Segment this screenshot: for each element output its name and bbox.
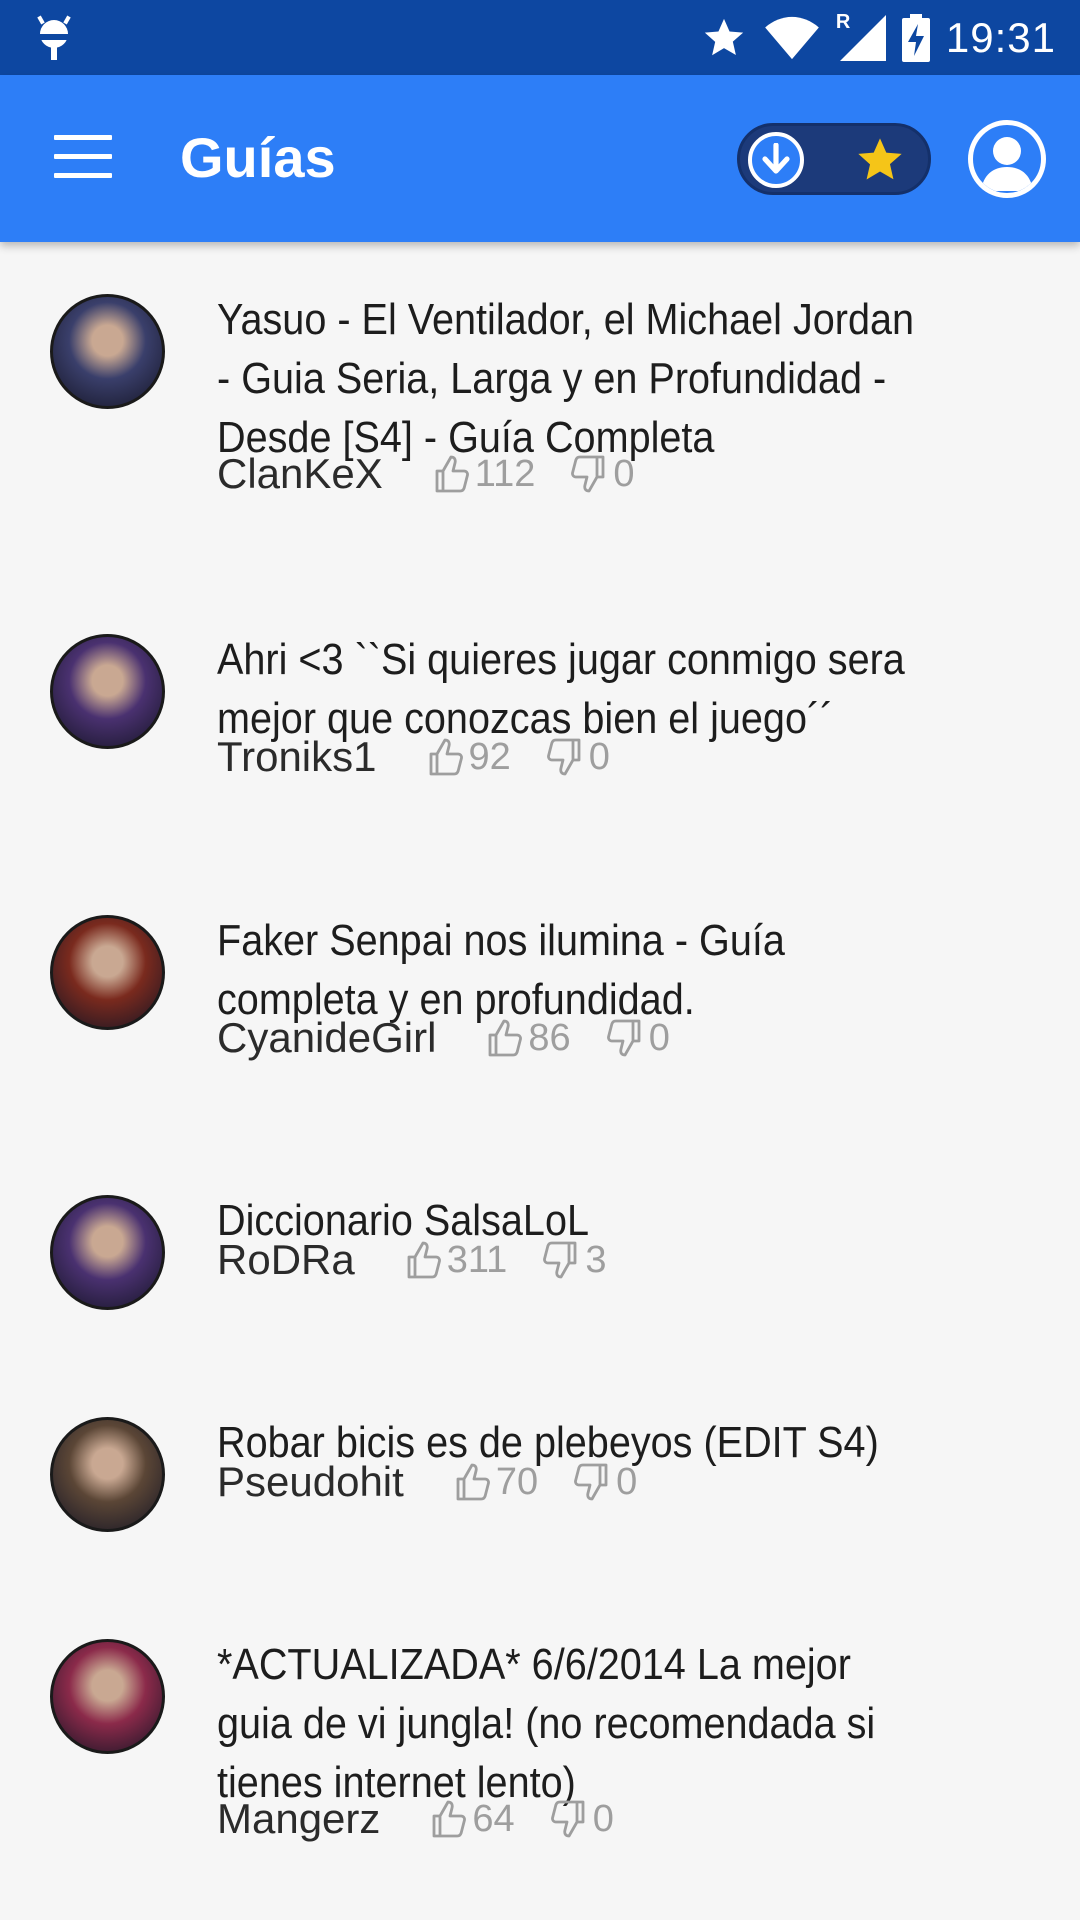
battery-charging-icon bbox=[901, 13, 930, 62]
likes: 86 bbox=[486, 1016, 571, 1060]
guide-title: *ACTUALIZADA* 6/6/2014 La mejor guia de v… bbox=[217, 1635, 1036, 1812]
dislikes-count: 0 bbox=[592, 1797, 614, 1840]
author-name: RoDRa bbox=[217, 1236, 355, 1283]
likes: 70 bbox=[454, 1461, 538, 1504]
champion-avatar bbox=[50, 294, 165, 409]
dislikes: 3 bbox=[543, 1239, 606, 1282]
guide-title-line: Yasuo - El Ventilador, el Michael Jordan bbox=[217, 295, 915, 344]
hamburger-icon bbox=[54, 135, 112, 140]
dislikes-count: 3 bbox=[585, 1238, 607, 1281]
dislikes-count: 0 bbox=[588, 735, 610, 778]
thumbs-down-icon bbox=[574, 1463, 608, 1501]
star-icon bbox=[858, 138, 902, 180]
author-name: ClanKeX bbox=[217, 450, 383, 497]
guide-title: Faker Senpai nos ilumina - Guía completa … bbox=[217, 911, 1036, 1029]
dislikes: 0 bbox=[571, 452, 635, 496]
thumbs-up-icon bbox=[435, 455, 469, 493]
likes-count: 70 bbox=[495, 1460, 539, 1503]
menu-button[interactable] bbox=[54, 135, 112, 179]
champion-avatar bbox=[50, 634, 165, 749]
star-icon bbox=[704, 18, 744, 55]
champion-avatar bbox=[50, 915, 165, 1030]
likes: 64 bbox=[430, 1797, 515, 1841]
dislikes-count: 0 bbox=[648, 1016, 670, 1059]
guide-title-line: Faker Senpai nos ilumina - Guía bbox=[217, 916, 785, 965]
author-name: Pseudohit bbox=[217, 1458, 404, 1505]
thumbs-down-icon bbox=[546, 738, 581, 776]
guide-meta: ClanKeX 112 0 bbox=[217, 449, 671, 499]
guide-title-line: guia de vi jungla! (no recomendada si bbox=[217, 1699, 876, 1748]
guide-title: Ahri <3 ``Si quieres jugar conmigo sera m… bbox=[217, 630, 1036, 748]
thumbs-down-icon bbox=[543, 1241, 577, 1279]
dislikes: 0 bbox=[546, 735, 610, 779]
user-icon bbox=[981, 137, 1033, 191]
likes-count: 86 bbox=[528, 1016, 571, 1059]
clock: 19:31 bbox=[945, 13, 1056, 61]
thumbs-up-icon bbox=[407, 1241, 441, 1279]
dislikes-count: 0 bbox=[616, 1460, 638, 1503]
champion-avatar bbox=[50, 1639, 165, 1754]
likes-count: 92 bbox=[468, 735, 511, 778]
wifi-icon bbox=[765, 16, 819, 59]
likes-count: 311 bbox=[446, 1238, 508, 1281]
thumbs-up-icon bbox=[489, 1019, 523, 1057]
champion-avatar bbox=[50, 1195, 165, 1310]
champion-avatar bbox=[50, 1417, 165, 1532]
guide-meta: Pseudohit 70 0 bbox=[217, 1457, 673, 1507]
download-favorites-toggle[interactable] bbox=[737, 123, 931, 195]
signal-icon: R bbox=[836, 11, 886, 61]
guide-meta: CyanideGirl 86 0 bbox=[217, 1013, 706, 1063]
guide-title-line: - Guia Seria, Larga y en Profundidad - bbox=[217, 354, 887, 403]
dislikes: 0 bbox=[550, 1797, 614, 1841]
guide-meta: Mangerz 64 0 bbox=[217, 1794, 650, 1844]
likes: 92 bbox=[427, 736, 511, 779]
dislikes-count: 0 bbox=[613, 452, 635, 495]
app-bar: Guías bbox=[0, 75, 1080, 242]
thumbs-down-icon bbox=[550, 1800, 585, 1838]
author-name: Troniks1 bbox=[217, 733, 377, 780]
thumbs-up-icon bbox=[433, 1800, 467, 1838]
thumbs-up-icon bbox=[429, 738, 463, 776]
guide-meta: Troniks1 92 0 bbox=[217, 732, 646, 782]
download-icon bbox=[748, 132, 804, 188]
thumbs-up-icon bbox=[456, 1463, 490, 1501]
profile-button[interactable] bbox=[968, 120, 1046, 198]
likes: 311 bbox=[405, 1238, 508, 1282]
likes-count: 64 bbox=[472, 1797, 515, 1840]
guide-title: Yasuo - El Ventilador, el Michael Jordan… bbox=[217, 290, 1036, 467]
thumbs-down-icon bbox=[571, 455, 605, 493]
guide-title-line: *ACTUALIZADA* 6/6/2014 La mejor bbox=[217, 1640, 851, 1689]
guide-title-line: Ahri <3 ``Si quieres jugar conmigo sera bbox=[217, 635, 905, 684]
dislikes: 0 bbox=[606, 1016, 670, 1060]
page-title: Guías bbox=[180, 126, 336, 189]
author-name: Mangerz bbox=[217, 1795, 381, 1842]
author-name: CyanideGirl bbox=[217, 1014, 437, 1061]
status-bar: R 19:31 bbox=[0, 0, 1080, 75]
android-notification-icon bbox=[37, 15, 71, 60]
likes: 112 bbox=[433, 452, 536, 496]
thumbs-down-icon bbox=[606, 1019, 641, 1057]
likes-count: 112 bbox=[474, 452, 536, 495]
guide-meta: RoDRa 311 3 bbox=[217, 1235, 642, 1285]
dislikes: 0 bbox=[574, 1461, 637, 1504]
